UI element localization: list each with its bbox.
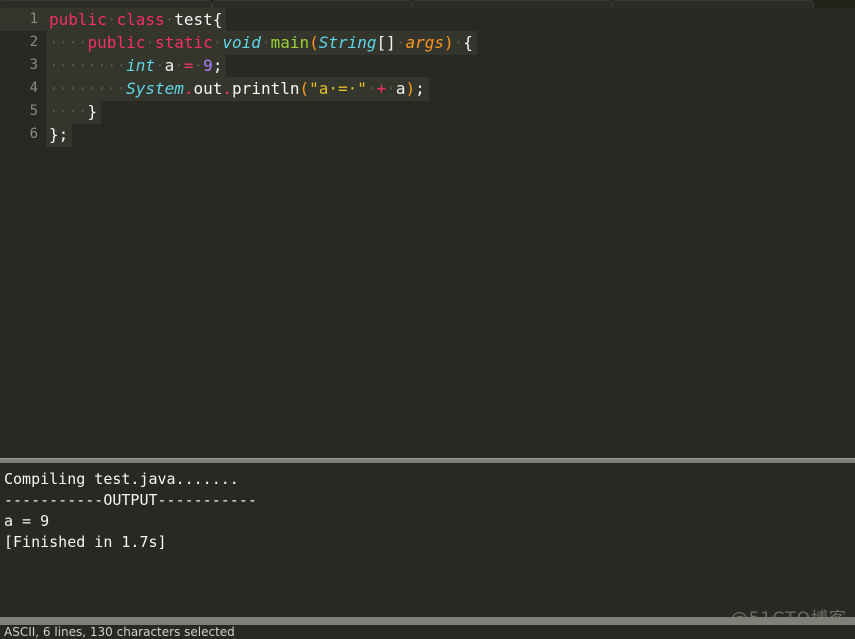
- code-line-text: public·class·test{: [46, 8, 227, 32]
- horizontal-scrollbar-thumb[interactable]: [0, 617, 855, 625]
- status-bar: ASCII, 6 lines, 130 characters selected: [0, 625, 855, 639]
- code-line[interactable]: ····}: [46, 100, 855, 124]
- code-token: static: [154, 33, 213, 52]
- code-token: ········: [49, 56, 127, 75]
- code-line[interactable]: public·class·test{: [46, 8, 855, 32]
- code-token: ;: [212, 56, 223, 75]
- code-token: String: [318, 33, 377, 52]
- line-number: 6: [29, 126, 38, 142]
- code-token: ····: [49, 33, 88, 52]
- output-line: -----------OUTPUT-----------: [4, 491, 257, 509]
- code-token: out: [193, 79, 223, 98]
- line-number-row: 3: [0, 54, 46, 77]
- code-lines-container[interactable]: public·class·test{····public·static·void…: [46, 8, 855, 458]
- code-token: class: [116, 10, 165, 29]
- code-token: =: [183, 56, 194, 75]
- line-number-row: 1: [0, 8, 46, 31]
- code-line[interactable]: ········int·a·=·9;: [46, 54, 855, 78]
- code-token: .: [222, 79, 233, 98]
- code-token: test{: [174, 10, 223, 29]
- line-number: 2: [29, 34, 38, 50]
- output-line: Compiling test.java.......: [4, 470, 239, 488]
- code-token: ····: [49, 102, 88, 121]
- line-number: 5: [29, 103, 38, 119]
- code-token: (: [299, 79, 310, 98]
- code-token: ·: [145, 33, 155, 52]
- code-token: "a·=·": [309, 79, 367, 98]
- code-token: }: [87, 102, 98, 121]
- status-bar-text: ASCII, 6 lines, 130 characters selected: [4, 625, 235, 639]
- code-token: (: [309, 33, 319, 52]
- code-line[interactable]: ····public·static·void·main(String[]·arg…: [46, 31, 855, 55]
- code-line-text: ····public·static·void·main(String[]·arg…: [46, 31, 477, 55]
- code-token: };: [49, 125, 69, 144]
- code-line-text: ········int·a·=·9;: [46, 54, 227, 78]
- code-line-text: ····}: [46, 100, 102, 124]
- output-line: [Finished in 1.7s]: [4, 533, 167, 551]
- horizontal-scrollbar[interactable]: [0, 617, 855, 625]
- code-token: args: [405, 33, 444, 52]
- line-number-row: 6: [0, 123, 46, 146]
- code-token: ;: [415, 79, 425, 98]
- code-token: ·: [106, 10, 117, 29]
- code-token: ·: [212, 33, 223, 52]
- code-token: ·: [366, 79, 377, 98]
- code-token: int: [126, 56, 155, 75]
- line-number-row: 4: [0, 77, 46, 100]
- code-editor-window: public·class·test{····public·static·void…: [0, 0, 855, 639]
- code-editor-pane[interactable]: public·class·test{····public·static·void…: [0, 8, 855, 458]
- code-token: ·: [395, 33, 406, 52]
- code-line[interactable]: };: [46, 123, 855, 147]
- code-token: System: [126, 79, 184, 98]
- code-token: println: [232, 79, 300, 98]
- build-output-panel[interactable]: Compiling test.java....... -----------OU…: [0, 463, 855, 617]
- code-token: []: [376, 33, 396, 52]
- code-token: ·: [453, 33, 464, 52]
- splitter-highlight: [0, 458, 855, 459]
- code-token: a: [164, 56, 175, 75]
- code-token: {: [463, 33, 473, 52]
- line-numbers: 1 2 3 4 5 6: [0, 8, 46, 146]
- line-number: 4: [29, 80, 38, 96]
- code-line-text: ········System.out.println("a·=·"·+·a);: [46, 77, 429, 101]
- code-token: .: [183, 79, 194, 98]
- editor-tab-strip[interactable]: [0, 0, 855, 9]
- code-token: public: [49, 10, 107, 29]
- output-line: a = 9: [4, 512, 50, 530]
- line-number-row: 5: [0, 100, 46, 123]
- code-token: ·: [193, 56, 204, 75]
- code-line-text: };: [46, 123, 73, 147]
- code-token: +: [376, 79, 387, 98]
- code-token: ·: [260, 33, 271, 52]
- code-token: ): [443, 33, 454, 52]
- code-token: ·: [164, 10, 175, 29]
- code-token: main: [270, 33, 310, 52]
- line-number: 3: [29, 57, 38, 73]
- code-token: ): [405, 79, 416, 98]
- code-token: ·: [174, 56, 184, 75]
- code-token: ········: [49, 79, 127, 98]
- code-token: public: [87, 33, 146, 52]
- code-line[interactable]: ········System.out.println("a·=·"·+·a);: [46, 77, 855, 101]
- code-token: ·: [386, 79, 396, 98]
- line-number-row: 2: [0, 31, 46, 54]
- code-token: ·: [154, 56, 165, 75]
- code-token: 9: [203, 56, 213, 75]
- code-token: void: [222, 33, 261, 52]
- line-number: 1: [29, 11, 38, 27]
